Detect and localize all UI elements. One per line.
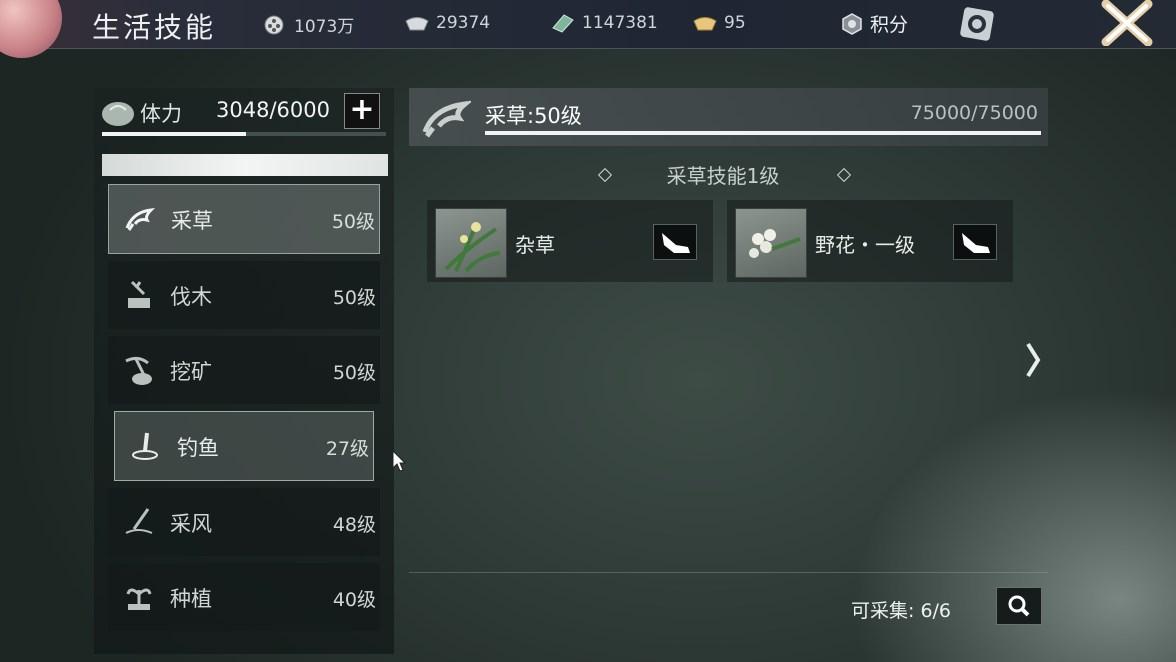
skill-item-wind[interactable]: 采风 48级 [108,488,380,556]
resource-value: 95 [724,13,746,33]
item-name: 杂草 [515,233,555,257]
gold-ingot-icon [693,17,717,31]
silver-ingot-icon [405,17,429,31]
skill-level: 50级 [332,362,376,384]
skill-item-planting[interactable]: 种植 40级 [108,563,380,631]
gather-hand-button[interactable] [653,224,697,260]
stamina-section: 体力 3048/6000 + [94,88,394,142]
jade-icon [552,14,574,33]
skill-level: 50级 [332,287,376,309]
list-header-strip [102,154,388,176]
skill-exp-value: 75000/75000 [910,102,1038,124]
skill-name: 钓鱼 [177,436,219,460]
skill-exp-bar [485,131,1041,135]
search-icon [1008,595,1030,617]
resource-currency-2: 29374 [404,12,490,34]
stamina-bar [102,132,386,136]
fishing-icon [132,432,158,460]
resource-value: 1147381 [582,13,658,33]
skill-level: 48级 [332,514,376,536]
resource-value: 1073万 [294,17,355,37]
skill-panel: 体力 3048/6000 + 采草 50级 伐木 50级 挖矿 50级 钓鱼 2… [94,88,394,654]
points-button[interactable]: 积分 [840,10,908,37]
footer-divider [409,572,1048,573]
gather-item-wildflower[interactable]: 野花・一级 [727,200,1013,282]
skill-name: 伐木 [170,285,212,309]
skill-item-fishing[interactable]: 钓鱼 27级 [114,411,374,481]
logging-icon [128,280,150,308]
skill-detail-title: 采草:50级 [485,104,582,128]
stamina-label: 体力 [140,102,182,126]
skill-item-herb[interactable]: 采草 50级 [108,184,380,254]
top-bar: 生活技能 1073万 29374 1147381 95 积分 [0,0,1176,58]
hand-icon [962,233,990,253]
page-title: 生活技能 [92,11,217,44]
skill-list: 采草 50级 伐木 50级 挖矿 50级 钓鱼 27级 采风 48级 种植 40… [108,184,380,638]
close-icon[interactable] [1098,0,1156,46]
wind-collect-icon [125,508,153,534]
skill-item-logging[interactable]: 伐木 50级 [108,261,380,329]
skill-level: 40级 [332,589,376,611]
skill-name: 采草 [171,209,213,233]
resource-value: 29374 [436,13,491,33]
hand-icon [662,233,690,253]
resource-currency-3: 1147381 [550,12,658,34]
mouse-cursor-icon [392,450,406,472]
menu-orb-icon[interactable] [0,0,62,58]
skill-level: 27级 [325,438,369,460]
wildflower-icon [735,208,807,278]
planting-icon [126,588,152,610]
weed-icon [435,208,507,278]
skill-name: 种植 [170,587,212,611]
search-button[interactable] [996,587,1042,625]
stamina-bun-icon [102,102,134,126]
gather-hand-button[interactable] [953,224,997,260]
skill-detail-header: 采草:50级 75000/75000 [409,88,1048,146]
skill-name: 挖矿 [170,360,212,384]
mining-icon [125,356,152,385]
stamina-value: 3048/6000 [216,98,330,122]
gather-item-weed[interactable]: 杂草 [427,200,713,282]
add-stamina-button[interactable]: + [344,93,380,129]
resource-currency-4: 95 [692,12,746,34]
skill-item-mining[interactable]: 挖矿 50级 [108,336,380,404]
skill-level: 50级 [331,211,375,233]
resource-currency-1: 1073万 [262,12,354,37]
section-title: 采草技能1级 [666,164,780,188]
collectable-count: 可采集: 6/6 [851,600,952,622]
settings-gear-icon[interactable] [958,5,996,43]
skill-name: 采风 [170,512,212,536]
next-page-arrow-icon[interactable] [1024,340,1044,380]
herb-gathering-icon [422,100,471,138]
item-name: 野花・一级 [815,233,915,257]
points-badge-icon [842,12,862,35]
film-reel-icon [264,15,284,34]
stamina-bar-fill [102,132,247,136]
herb-gathering-icon [125,208,156,231]
points-label: 积分 [870,14,909,36]
